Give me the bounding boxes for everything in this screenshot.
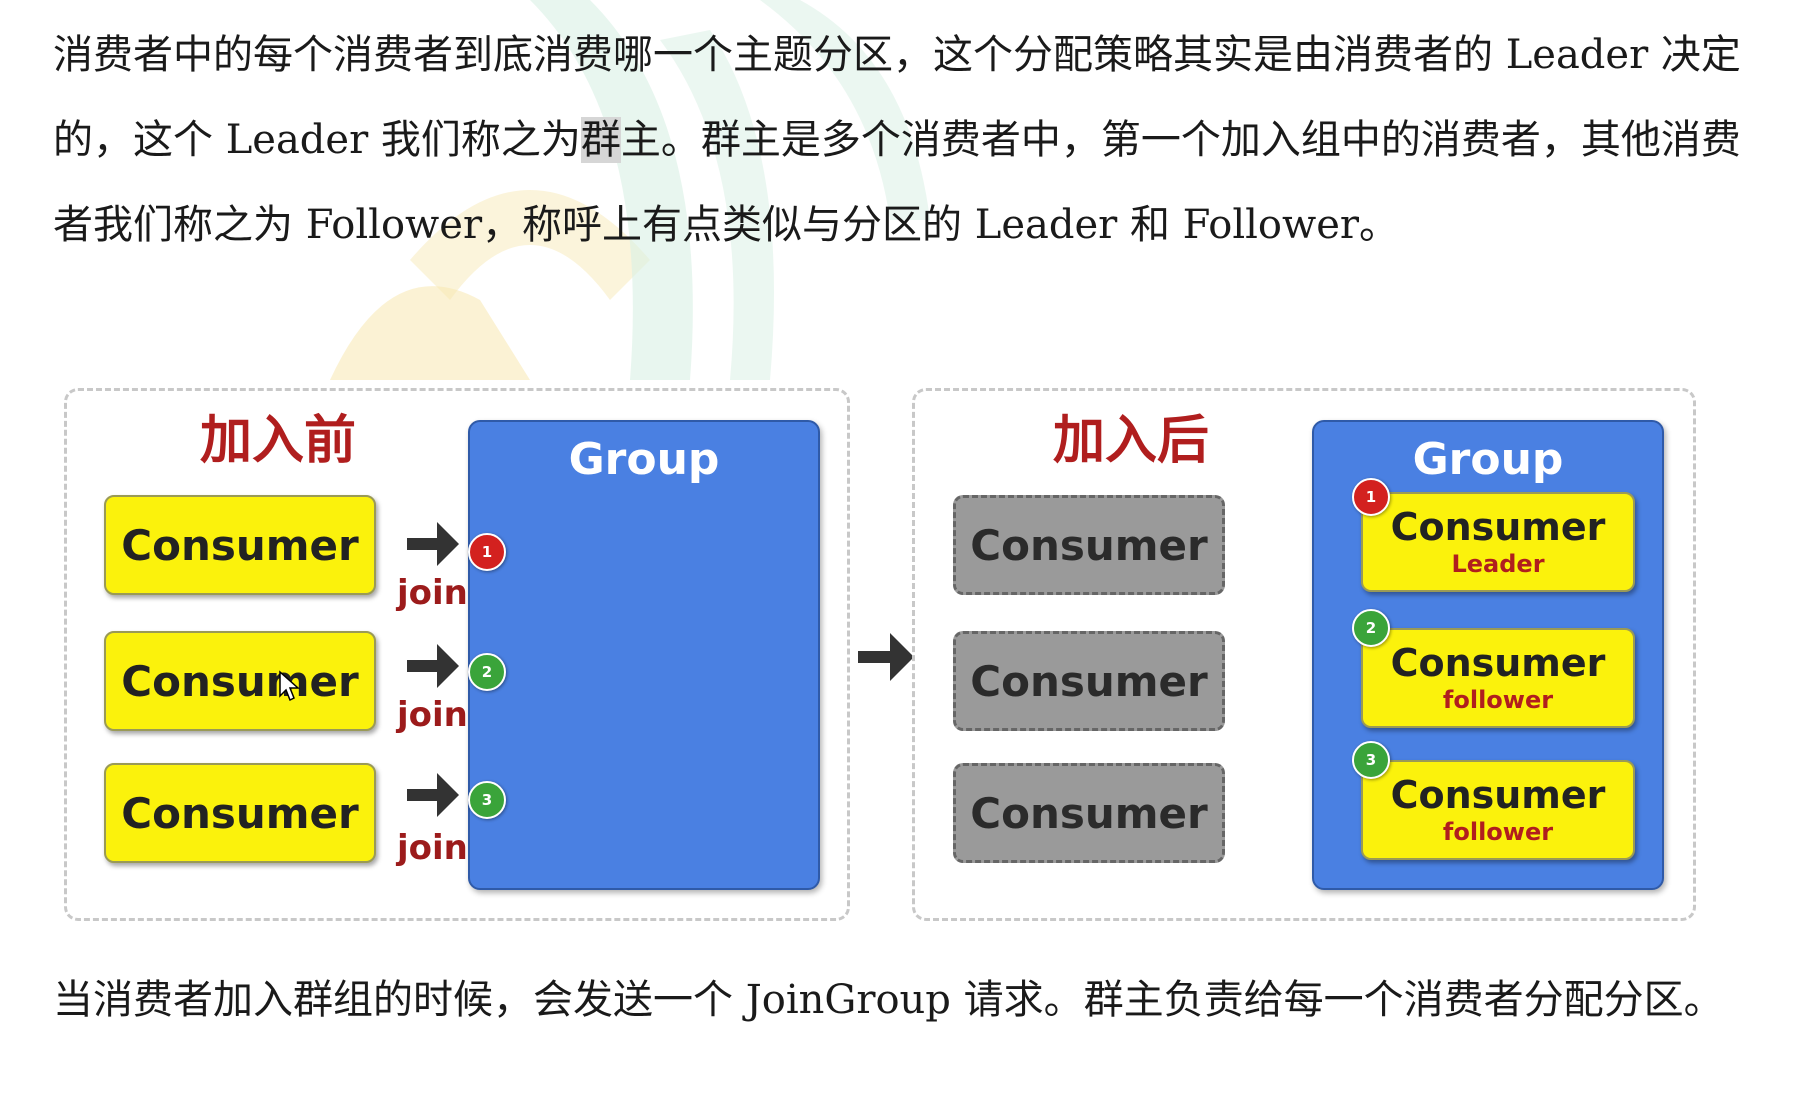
badge-1: 1 (468, 533, 506, 571)
member-badge-3: 3 (1352, 741, 1390, 779)
before-join-panel: 加入前 Consumer Consumer Consumer join join… (64, 388, 850, 921)
member-name: Consumer (1390, 641, 1606, 685)
member-follower-1: Consumer follower (1361, 628, 1635, 728)
group-title: Group (568, 434, 720, 485)
member-leader: Consumer Leader (1361, 492, 1635, 592)
member-name: Consumer (1390, 773, 1606, 817)
before-join-title: 加入前 (200, 411, 357, 471)
join-group-paragraph: 当消费者加入群组的时候，会发送一个 JoinGroup 请求。群主负责给每一个消… (53, 977, 1724, 1023)
member-role: follower (1442, 686, 1554, 714)
member-follower-2: Consumer follower (1361, 760, 1635, 860)
highlighted-char: 群 (580, 117, 621, 163)
consumer-ghost-3: Consumer (953, 763, 1225, 863)
join-label-2: join (397, 695, 468, 735)
mouse-cursor-icon (279, 670, 300, 702)
badge-3: 3 (468, 781, 506, 819)
consumer-box-3: Consumer (104, 763, 376, 863)
group-box-before: Group (468, 420, 820, 890)
consumer-ghost-1: Consumer (953, 495, 1225, 595)
join-label-1: join (397, 573, 468, 613)
after-join-panel: 加入后 Consumer Consumer Consumer Group Con… (912, 388, 1696, 921)
intro-paragraph: 消费者中的每个消费者到底消费哪一个主题分区，这个分配策略其实是由消费者的 Lea… (53, 13, 1773, 268)
after-join-title: 加入后 (1053, 411, 1210, 471)
join-label-3: join (397, 828, 468, 868)
consumer-ghost-2: Consumer (953, 631, 1225, 731)
transition-arrow-icon (858, 633, 914, 681)
consumer-box-1: Consumer (104, 495, 376, 595)
member-badge-1: 1 (1352, 478, 1390, 516)
member-name: Consumer (1390, 505, 1606, 549)
join-arrow-icon (407, 644, 459, 688)
member-role: Leader (1451, 550, 1545, 578)
badge-2: 2 (468, 653, 506, 691)
join-arrow-icon (407, 773, 459, 817)
group-title: Group (1412, 434, 1564, 485)
member-role: follower (1442, 818, 1554, 846)
consumer-box-2: Consumer (104, 631, 376, 731)
member-badge-2: 2 (1352, 609, 1390, 647)
join-arrow-icon (407, 522, 459, 566)
